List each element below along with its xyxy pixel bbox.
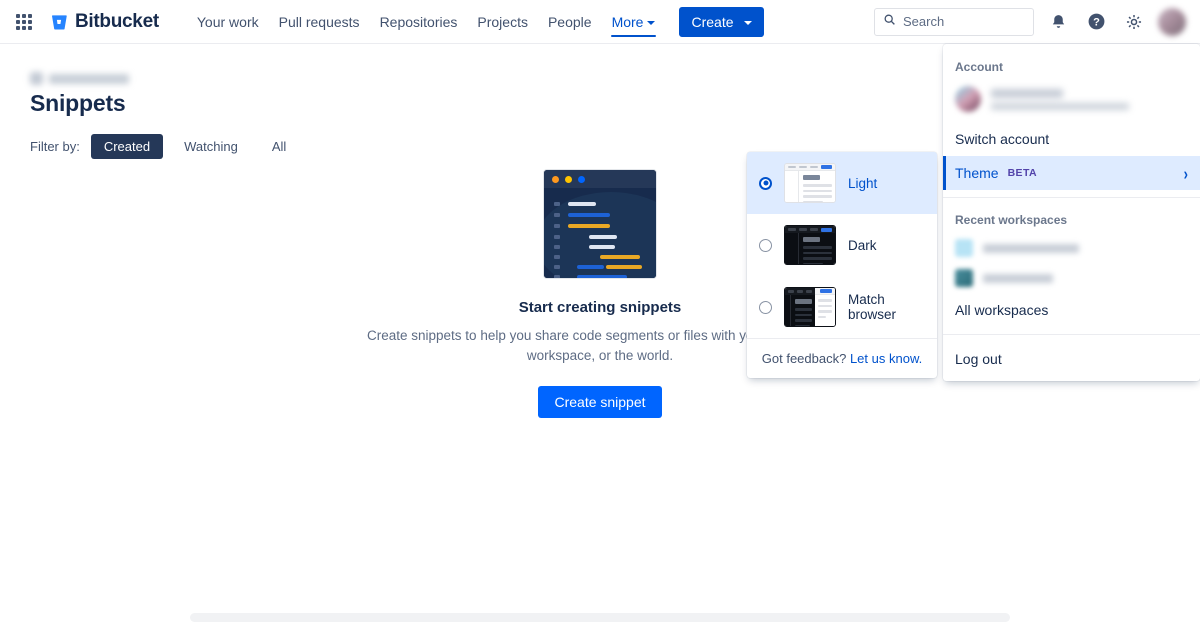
filter-all-button[interactable]: All bbox=[259, 134, 299, 159]
breadcrumb[interactable] bbox=[30, 72, 129, 85]
chevron-down-icon bbox=[743, 20, 752, 25]
filter-watching-button[interactable]: Watching bbox=[171, 134, 251, 159]
nav-label: More bbox=[611, 13, 644, 30]
radio-light[interactable] bbox=[759, 176, 772, 190]
create-button[interactable]: Create bbox=[679, 6, 764, 37]
nav-label: Projects bbox=[477, 13, 528, 30]
header-actions: ? bbox=[874, 7, 1186, 36]
nav-item-more[interactable]: More bbox=[602, 8, 666, 37]
nav-label: Repositories bbox=[379, 13, 458, 30]
brand-name: Bitbucket bbox=[75, 10, 159, 32]
top-navigation-bar: Bitbucket Your work Pull requests Reposi… bbox=[0, 0, 1200, 44]
nav-label: Your work bbox=[196, 13, 259, 30]
theme-option-match-browser[interactable]: Match browser bbox=[747, 276, 937, 338]
theme-option-label: Light bbox=[848, 175, 878, 191]
nav-item-your-work[interactable]: Your work bbox=[187, 8, 269, 36]
primary-nav: Your work Pull requests Repositories Pro… bbox=[187, 8, 666, 37]
theme-option-dark[interactable]: Dark bbox=[747, 214, 937, 276]
create-button-label: Create bbox=[691, 13, 734, 30]
theme-menu-label: Theme bbox=[955, 165, 999, 181]
account-avatar bbox=[955, 86, 981, 112]
search-input[interactable] bbox=[903, 14, 1025, 29]
workspace-name bbox=[983, 273, 1053, 283]
empty-state-title: Start creating snippets bbox=[518, 299, 682, 316]
filter-by-label: Filter by: bbox=[30, 139, 80, 154]
svg-text:?: ? bbox=[1093, 16, 1100, 28]
theme-feedback-row: Got feedback? Let us know. bbox=[747, 338, 937, 378]
feedback-text: Got feedback? bbox=[761, 351, 847, 366]
account-email bbox=[991, 102, 1129, 110]
account-dropdown-menu: Account Switch account Theme BETA › Rece… bbox=[943, 44, 1200, 381]
account-section-title: Account bbox=[955, 60, 1003, 74]
workspace-item[interactable] bbox=[943, 233, 1200, 263]
theme-option-light[interactable]: Light bbox=[747, 152, 937, 214]
beta-badge: BETA bbox=[1007, 167, 1037, 179]
nav-item-repositories[interactable]: Repositories bbox=[370, 8, 468, 36]
nav-label: People bbox=[547, 13, 592, 30]
theme-item-left: Theme BETA bbox=[955, 165, 1037, 181]
match-browser-theme-preview-icon bbox=[784, 287, 836, 327]
account-identity bbox=[991, 88, 1129, 110]
create-snippet-button[interactable]: Create snippet bbox=[538, 386, 662, 418]
radio-match-browser[interactable] bbox=[759, 300, 772, 314]
chevron-right-icon: › bbox=[1183, 162, 1188, 184]
chevron-down-icon bbox=[647, 20, 656, 25]
workspace-avatar bbox=[955, 239, 973, 257]
filter-controls: Filter by: Created Watching All bbox=[30, 134, 299, 159]
gear-icon[interactable] bbox=[1120, 8, 1148, 36]
theme-option-label: Match browser bbox=[848, 292, 897, 322]
app-switcher-icon[interactable] bbox=[14, 12, 34, 32]
bitbucket-bucket-logo-icon bbox=[50, 13, 68, 31]
switch-account-item[interactable]: Switch account bbox=[943, 122, 1200, 156]
nav-label: Pull requests bbox=[278, 13, 360, 30]
theme-option-label: Dark bbox=[848, 237, 877, 253]
menu-divider bbox=[943, 197, 1200, 198]
feedback-link[interactable]: Let us know. bbox=[850, 351, 922, 366]
recent-workspaces-title: Recent workspaces bbox=[955, 213, 1068, 227]
light-theme-preview-icon bbox=[784, 163, 836, 203]
filter-created-button[interactable]: Created bbox=[90, 134, 164, 159]
search-icon bbox=[883, 13, 896, 31]
workspace-item[interactable] bbox=[943, 263, 1200, 293]
account-name bbox=[991, 88, 1063, 98]
theme-menu-item[interactable]: Theme BETA › bbox=[943, 156, 1200, 190]
dark-theme-preview-icon bbox=[784, 225, 836, 265]
page-title: Snippets bbox=[30, 90, 126, 116]
workspace-avatar bbox=[955, 269, 973, 287]
breadcrumb-workspace-avatar bbox=[30, 72, 43, 85]
horizontal-scrollbar[interactable] bbox=[190, 613, 1010, 622]
bitbucket-home-link[interactable]: Bitbucket bbox=[50, 11, 159, 33]
notification-bell-icon[interactable] bbox=[1044, 8, 1072, 36]
nav-item-projects[interactable]: Projects bbox=[467, 8, 538, 36]
code-snippet-window-illustration-icon bbox=[543, 169, 657, 279]
log-out-item[interactable]: Log out bbox=[943, 342, 1200, 381]
user-avatar-button[interactable] bbox=[1158, 7, 1186, 36]
workspace-name bbox=[983, 243, 1079, 253]
breadcrumb-workspace-name bbox=[49, 73, 129, 84]
nav-item-pull-requests[interactable]: Pull requests bbox=[269, 8, 370, 36]
nav-item-people[interactable]: People bbox=[538, 8, 602, 36]
search-box[interactable] bbox=[874, 7, 1034, 36]
menu-divider bbox=[943, 334, 1200, 335]
all-workspaces-item[interactable]: All workspaces bbox=[943, 293, 1200, 327]
help-question-icon[interactable]: ? bbox=[1082, 8, 1110, 36]
theme-submenu-panel: Light Dark Match browser Got feedback? L… bbox=[747, 152, 937, 378]
radio-dark[interactable] bbox=[759, 238, 772, 252]
account-profile-row[interactable] bbox=[943, 80, 1200, 122]
